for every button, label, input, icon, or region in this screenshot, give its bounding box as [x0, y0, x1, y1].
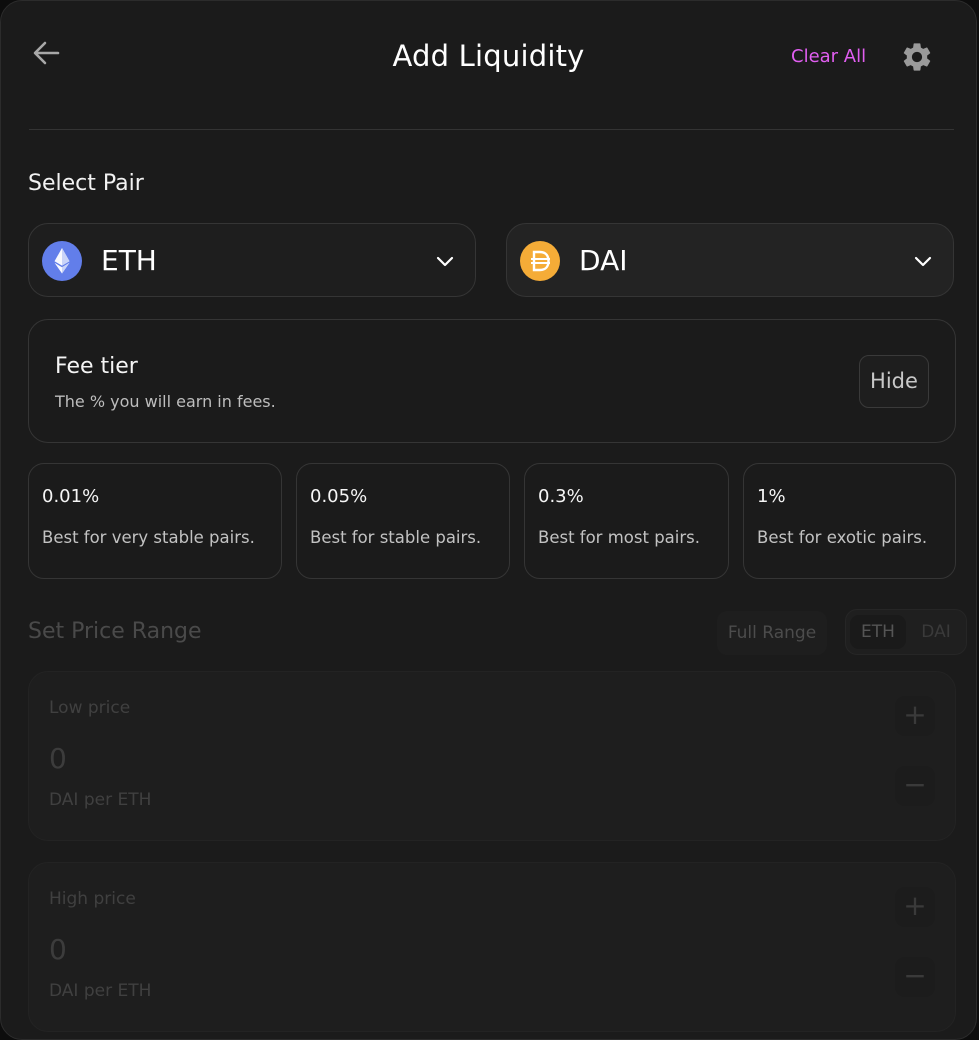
high-price-decrement-button[interactable]: −	[895, 957, 935, 997]
gear-icon	[903, 43, 931, 71]
fee-tier-description: Best for most pairs.	[538, 528, 700, 547]
token-a-select[interactable]: ETH	[28, 223, 476, 297]
add-liquidity-panel: Add Liquidity Clear All Select Pair ETH	[0, 0, 977, 1040]
token-b-symbol: DAI	[579, 244, 628, 277]
set-price-range-label: Set Price Range	[28, 619, 202, 644]
toggle-option-eth[interactable]: ETH	[850, 615, 906, 649]
toggle-option-dai[interactable]: DAI	[908, 615, 964, 649]
low-price-decrement-button[interactable]: −	[895, 766, 935, 806]
fee-tier-percent: 0.3%	[538, 486, 584, 507]
settings-button[interactable]	[900, 40, 934, 74]
eth-logo-icon	[42, 241, 82, 281]
header: Add Liquidity Clear All	[1, 1, 976, 129]
low-price-unit: DAI per ETH	[49, 790, 152, 810]
fee-tier-option[interactable]: 0.01% Best for very stable pairs.	[28, 463, 282, 579]
select-pair-label: Select Pair	[28, 171, 144, 196]
high-price-card: High price 0 DAI per ETH + −	[28, 862, 956, 1032]
fee-tier-option[interactable]: 0.3% Best for most pairs.	[524, 463, 729, 579]
high-price-input[interactable]: 0	[49, 933, 67, 966]
fee-tier-option[interactable]: 1% Best for exotic pairs.	[743, 463, 956, 579]
high-price-label: High price	[49, 889, 136, 909]
dai-logo-icon	[520, 241, 560, 281]
fee-tier-percent: 0.05%	[310, 486, 368, 507]
fee-tier-card: Fee tier The % you will earn in fees. Hi…	[28, 319, 956, 443]
fee-tier-percent: 1%	[757, 486, 786, 507]
chevron-down-icon	[436, 256, 454, 267]
fee-tier-title: Fee tier	[55, 354, 138, 379]
token-b-select[interactable]: DAI	[506, 223, 954, 297]
fee-tier-option[interactable]: 0.05% Best for stable pairs.	[296, 463, 510, 579]
chevron-down-icon	[914, 256, 932, 267]
low-price-input[interactable]: 0	[49, 742, 67, 775]
clear-all-button[interactable]: Clear All	[791, 46, 866, 67]
fee-tier-percent: 0.01%	[42, 486, 100, 507]
header-divider	[29, 129, 954, 130]
fee-tier-description: Best for very stable pairs.	[42, 528, 255, 547]
low-price-label: Low price	[49, 698, 131, 718]
token-a-symbol: ETH	[101, 244, 157, 277]
high-price-unit: DAI per ETH	[49, 981, 152, 1001]
low-price-card: Low price 0 DAI per ETH + −	[28, 671, 956, 841]
fee-tier-subtitle: The % you will earn in fees.	[55, 392, 276, 411]
hide-button[interactable]: Hide	[859, 355, 929, 408]
low-price-increment-button[interactable]: +	[895, 696, 935, 736]
full-range-button[interactable]: Full Range	[717, 611, 827, 655]
fee-tier-description: Best for exotic pairs.	[757, 528, 928, 547]
price-token-toggle: ETH DAI	[845, 609, 967, 655]
high-price-increment-button[interactable]: +	[895, 887, 935, 927]
fee-tier-description: Best for stable pairs.	[310, 528, 482, 547]
